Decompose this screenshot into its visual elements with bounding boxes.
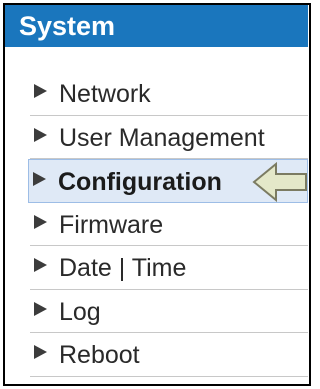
system-menu: Network User Management Configuration Fi… bbox=[28, 72, 308, 377]
triangle-right-icon bbox=[34, 127, 47, 142]
menu-item-reboot[interactable]: Reboot bbox=[30, 333, 308, 377]
menu-item-label: Configuration bbox=[58, 168, 222, 196]
triangle-right-icon bbox=[34, 84, 47, 98]
triangle-right-icon bbox=[34, 301, 47, 316]
menu-item-user-management[interactable]: User Management bbox=[30, 116, 308, 159]
triangle-right-icon bbox=[34, 214, 47, 229]
arrow-left-icon bbox=[252, 161, 307, 203]
menu-item-label: Firmware bbox=[59, 210, 164, 239]
menu-item-label: Network bbox=[59, 80, 151, 108]
panel-header: System bbox=[5, 5, 308, 47]
menu-item-date-time[interactable]: Date | Time bbox=[30, 246, 308, 290]
menu-item-network[interactable]: Network bbox=[30, 72, 308, 116]
menu-item-log[interactable]: Log bbox=[30, 290, 308, 333]
triangle-right-icon bbox=[34, 345, 47, 359]
menu-item-label: Date | Time bbox=[59, 254, 187, 282]
menu-item-label: Reboot bbox=[59, 341, 140, 369]
panel-title: System bbox=[19, 11, 116, 41]
menu-item-label: User Management bbox=[59, 123, 265, 152]
menu-item-label: Log bbox=[59, 297, 101, 326]
triangle-right-icon bbox=[33, 172, 46, 186]
menu-item-firmware[interactable]: Firmware bbox=[30, 203, 308, 246]
triangle-right-icon bbox=[34, 258, 47, 272]
